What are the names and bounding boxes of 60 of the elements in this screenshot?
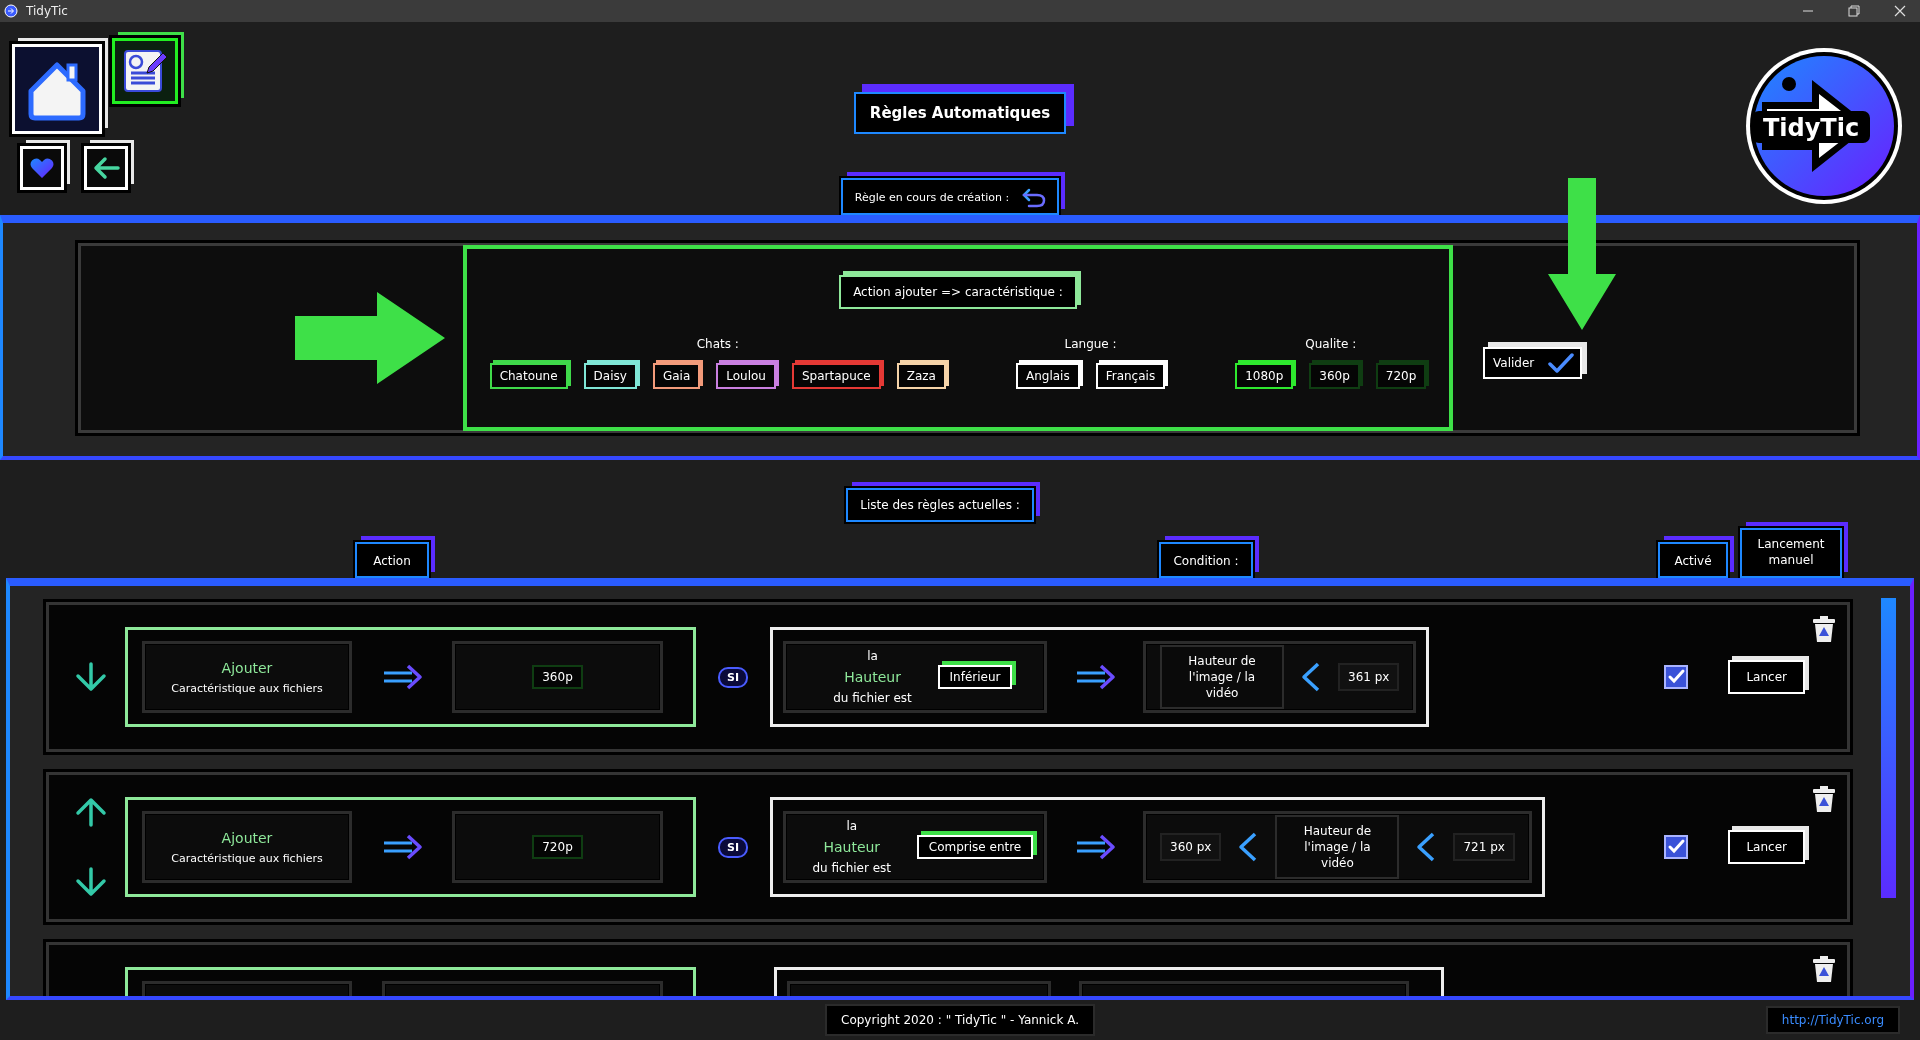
condition-badge: SI — [718, 666, 748, 688]
up-arrow-icon[interactable] — [74, 797, 108, 827]
down-arrow-icon[interactable] — [74, 662, 108, 692]
double-arrow-icon — [382, 664, 422, 690]
right-arrow-icon — [295, 292, 445, 384]
window-title: TidyTic — [26, 4, 68, 18]
field-box: Hauteur de l'image / la vidéo — [1160, 645, 1284, 709]
close-icon[interactable] — [1894, 5, 1906, 17]
tag-button[interactable]: Français — [1095, 363, 1166, 389]
condition-article: la — [867, 649, 878, 663]
trash-icon[interactable] — [1811, 615, 1837, 643]
section-title: Règle en cours de création : — [854, 190, 1010, 204]
condition-article: la — [846, 819, 858, 833]
condition-badge: SI — [718, 836, 748, 858]
tag-button[interactable]: Daisy — [583, 363, 637, 389]
undo-icon[interactable] — [1021, 186, 1048, 208]
group-label: Langue : — [1064, 337, 1117, 351]
tag-button[interactable]: Spartapuce — [791, 363, 881, 389]
action-verb: Ajouter — [221, 829, 273, 846]
value-chip: 360p — [532, 665, 583, 689]
field-box: Hauteur de l'image / la vidéo — [1275, 815, 1400, 879]
trash-icon[interactable] — [1811, 785, 1837, 813]
condition-text: du fichier est — [833, 691, 912, 705]
tag-button[interactable]: Loulou — [716, 363, 776, 389]
copyright-text: Copyright 2020 : " TidyTic " - Yannick A. — [825, 1004, 1095, 1036]
trash-icon[interactable] — [1811, 955, 1837, 983]
value-chip: 720p — [532, 835, 583, 859]
value-box: 361 px — [1338, 663, 1400, 691]
down-arrow-icon — [1548, 178, 1616, 330]
double-arrow-icon — [1075, 664, 1115, 690]
website-link[interactable]: http://TidyTic.org — [1765, 1006, 1900, 1034]
check-icon — [1548, 353, 1575, 373]
back-arrow-icon — [92, 156, 120, 180]
tag-button[interactable]: Zaza — [896, 363, 946, 389]
action-verb: Ajouter — [221, 659, 273, 676]
down-arrow-icon[interactable] — [74, 867, 108, 897]
checkbox[interactable] — [1664, 835, 1689, 859]
condition-text: du fichier est — [812, 861, 892, 875]
restore-icon[interactable] — [1848, 5, 1860, 17]
tag-button[interactable]: Anglais — [1015, 363, 1080, 389]
tag-button[interactable]: 1080p — [1235, 363, 1294, 389]
checkbox[interactable] — [1664, 665, 1689, 689]
tag-button[interactable]: 360p — [1309, 363, 1360, 389]
value-box: 721 px — [1453, 833, 1515, 861]
group-label: Qualite : — [1305, 337, 1357, 351]
value-box: 360 px — [1160, 833, 1222, 861]
action-target: Caractéristique aux fichiers — [171, 851, 323, 865]
heart-icon — [29, 156, 55, 180]
condition-property: Hauteur — [823, 839, 881, 855]
chevron-left-icon — [1300, 662, 1322, 692]
app-icon — [4, 4, 18, 18]
tag-button[interactable]: 720p — [1375, 363, 1427, 389]
group-label: Chats : — [696, 337, 739, 351]
condition-property: Hauteur — [844, 669, 901, 685]
tag-button[interactable]: Gaia — [652, 363, 701, 389]
double-arrow-icon — [382, 834, 422, 860]
double-arrow-icon — [1075, 834, 1115, 860]
tag-button[interactable]: Chatoune — [489, 363, 568, 389]
scrollbar[interactable] — [1881, 598, 1896, 898]
action-target: Caractéristique aux fichiers — [171, 681, 323, 695]
